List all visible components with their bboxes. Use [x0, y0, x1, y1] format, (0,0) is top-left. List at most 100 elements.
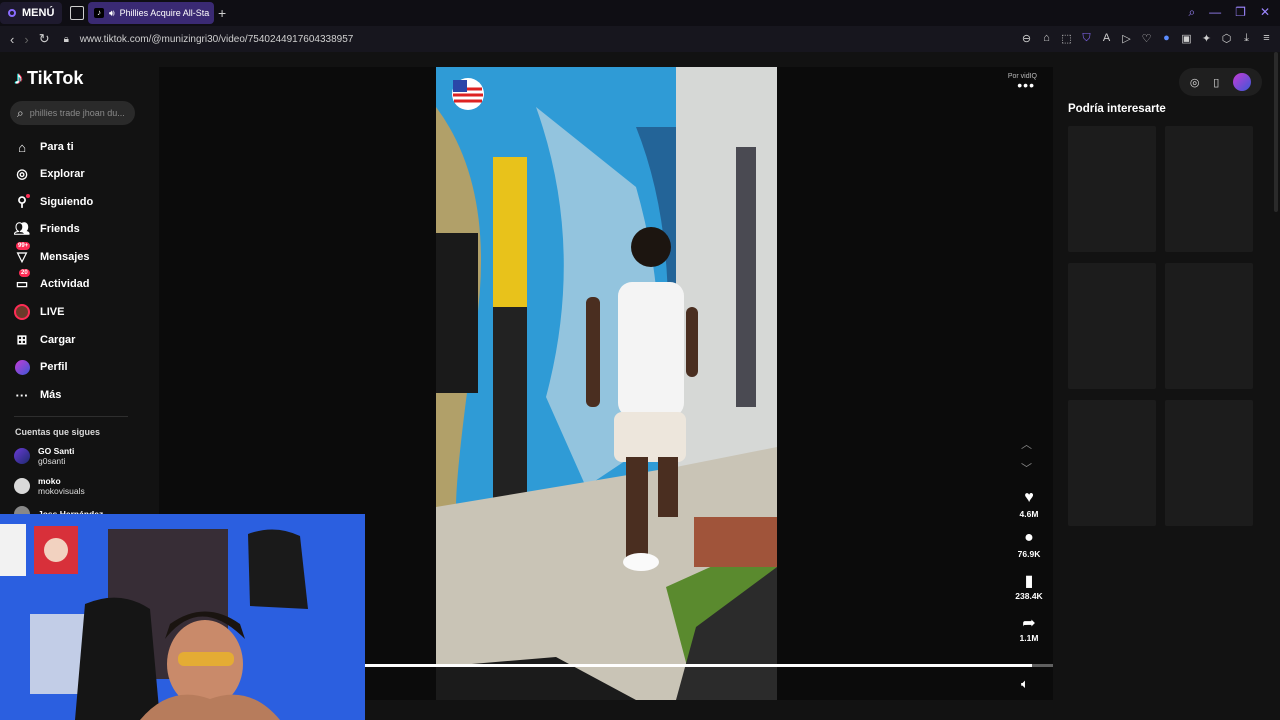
easy-setup-icon[interactable]: ≡: [1261, 32, 1272, 45]
recommended-video-thumbnail[interactable]: [1068, 263, 1156, 389]
like-button[interactable]: ♥ 4.6M: [1009, 489, 1049, 519]
sidebar-item-label: Actividad: [40, 278, 90, 290]
sidebar-item-para-ti[interactable]: ⌂ Para ti: [14, 137, 74, 157]
workspaces-icon[interactable]: [70, 6, 84, 20]
url-text: www.tiktok.com/@munizingri30/video/75402…: [79, 33, 354, 45]
sidebar-item-cargar[interactable]: ⊞ Cargar: [14, 330, 76, 350]
messages-icon: ▽ 99+: [16, 242, 31, 264]
back-icon[interactable]: ‹: [10, 32, 14, 47]
video-progress-fill: [365, 664, 1033, 667]
previous-video-icon[interactable]: ︿: [1021, 436, 1032, 452]
recommended-video-thumbnail[interactable]: [1165, 400, 1253, 526]
followed-account[interactable]: moko mokovisuals: [14, 476, 85, 496]
sidebar-item-siguiendo[interactable]: ⚲ Siguiendo: [14, 192, 93, 212]
upload-icon: ⊞: [16, 332, 28, 347]
more-icon: ···: [15, 387, 29, 403]
recommended-video-thumbnail[interactable]: [1068, 400, 1156, 526]
extension-window-icon[interactable]: ▣: [1181, 32, 1192, 45]
zoom-icon[interactable]: ⊖: [1021, 32, 1032, 45]
video-progress-bar[interactable]: [365, 664, 1053, 667]
account-handle: g0santi: [38, 456, 66, 466]
sidebar-item-label: Más: [40, 389, 62, 401]
download-icon[interactable]: ⤓: [1241, 32, 1252, 45]
sidebar-item-label: Siguiendo: [40, 196, 94, 208]
url-field[interactable]: 🔒︎ www.tiktok.com/@munizingri30/video/75…: [64, 34, 354, 45]
live-icon: [14, 304, 30, 320]
more-options-icon[interactable]: •••: [1017, 77, 1035, 93]
opera-logo-icon: [8, 9, 16, 17]
sidebar-item-mas[interactable]: ··· Más: [14, 385, 62, 405]
shield-icon[interactable]: ⛉: [1081, 32, 1092, 45]
browser-menu-label: MENÚ: [22, 7, 55, 19]
minimize-icon[interactable]: —: [1209, 5, 1221, 20]
volume-icon[interactable]: 🔈︎: [1021, 676, 1029, 692]
snapshot-icon[interactable]: ⬚: [1061, 32, 1072, 45]
window-controls: ⌕ — ❐ ✕: [1188, 5, 1270, 20]
recommended-video-thumbnail[interactable]: [1165, 263, 1253, 389]
recommendations-title: Podría interesarte: [1068, 103, 1166, 115]
sidebar-item-explorar[interactable]: ◎ Explorar: [14, 164, 84, 184]
profile-avatar: [14, 359, 30, 375]
browser-search-icon[interactable]: ⌕: [1188, 5, 1195, 20]
avatar[interactable]: [1233, 73, 1252, 91]
pin-icon[interactable]: ⌂: [1041, 32, 1052, 45]
share-count: 1.1M: [1019, 633, 1039, 643]
sidebar-item-actividad[interactable]: ▭ 20 Actividad: [14, 269, 90, 294]
sidebar-item-friends[interactable]: 👥︎ Friends: [14, 219, 80, 239]
new-tab-icon[interactable]: +: [218, 5, 226, 21]
avatar: [14, 448, 30, 464]
video-frame[interactable]: [436, 67, 777, 700]
sidebar-item-label: Cargar: [40, 334, 76, 346]
search-box[interactable]: ⌕: [10, 101, 135, 125]
device-icon[interactable]: ▯: [1213, 76, 1219, 89]
extensions-icon[interactable]: ✦: [1201, 32, 1212, 45]
home-icon: ⌂: [18, 139, 26, 155]
comment-icon: ●: [1024, 529, 1034, 546]
recommended-video-thumbnail[interactable]: [1068, 126, 1156, 252]
sidebar-divider: [14, 416, 128, 417]
forward-icon[interactable]: ›: [24, 32, 28, 47]
share-button[interactable]: ➦ 1.1M: [1009, 613, 1049, 643]
page-scrollbar[interactable]: [1274, 52, 1278, 212]
vpn-icon[interactable]: ⬡: [1221, 32, 1232, 45]
extension-blue-icon[interactable]: ●: [1161, 32, 1172, 45]
bookmark-heart-icon[interactable]: ♡: [1141, 32, 1152, 45]
followed-account[interactable]: GO Santi g0santi: [14, 446, 74, 466]
sidebar-item-label: Perfil: [40, 361, 68, 373]
browser-tab-active[interactable]: ♪ 🔊︎ Phillies Acquire All-Sta: [88, 2, 214, 24]
recommended-video-thumbnail[interactable]: [1165, 126, 1253, 252]
sidebar-item-live[interactable]: LIVE: [14, 302, 64, 322]
restore-icon[interactable]: ❐: [1235, 5, 1246, 20]
friends-icon: 👥︎: [13, 221, 31, 236]
compass-icon[interactable]: ◎: [1190, 76, 1200, 89]
compass-icon: ◎: [16, 166, 28, 181]
sidebar-item-mensajes[interactable]: ▽ 99+ Mensajes: [14, 242, 90, 267]
comment-button[interactable]: ● 76.9K: [1009, 529, 1049, 559]
share-icon: ➦: [1022, 615, 1036, 632]
like-count: 4.6M: [1019, 509, 1039, 519]
extension-toolbar: ⊖ ⌂ ⬚ ⛉ A ▷ ♡ ● ▣ ✦ ⬡ ⤓ ≡: [1021, 32, 1272, 45]
save-count: 238.4K: [1015, 591, 1043, 601]
top-actions-pill: ◎ ▯: [1179, 68, 1262, 96]
account-name: moko: [38, 476, 61, 486]
browser-menu-button[interactable]: MENÚ: [0, 2, 62, 24]
translate-icon[interactable]: A: [1101, 32, 1112, 45]
tiktok-logo[interactable]: ♪ TikTok: [14, 68, 83, 89]
logo-text: TikTok: [27, 68, 84, 88]
sidebar-item-label: Mensajes: [40, 251, 90, 263]
lock-icon: 🔒︎: [63, 33, 69, 45]
browser-address-bar: ‹ › ↻ 🔒︎ www.tiktok.com/@munizingri30/vi…: [0, 26, 1280, 52]
save-button[interactable]: ▮ 238.4K: [1009, 571, 1049, 601]
close-icon[interactable]: ✕: [1260, 5, 1270, 20]
sidebar-item-label: LIVE: [40, 306, 65, 318]
next-video-icon[interactable]: ﹀: [1021, 460, 1032, 476]
play-icon[interactable]: ▷: [1121, 32, 1132, 45]
tab-title: Phillies Acquire All-Sta: [119, 8, 210, 18]
following-icon: ⚲: [14, 194, 30, 210]
search-input[interactable]: [29, 108, 130, 118]
following-section-title: Cuentas que sigues: [15, 427, 101, 437]
sidebar-item-label: Friends: [40, 223, 80, 235]
sidebar-item-perfil[interactable]: Perfil: [14, 357, 68, 377]
reload-icon[interactable]: ↻: [39, 31, 50, 47]
activity-icon: ▭ 20: [15, 269, 30, 291]
